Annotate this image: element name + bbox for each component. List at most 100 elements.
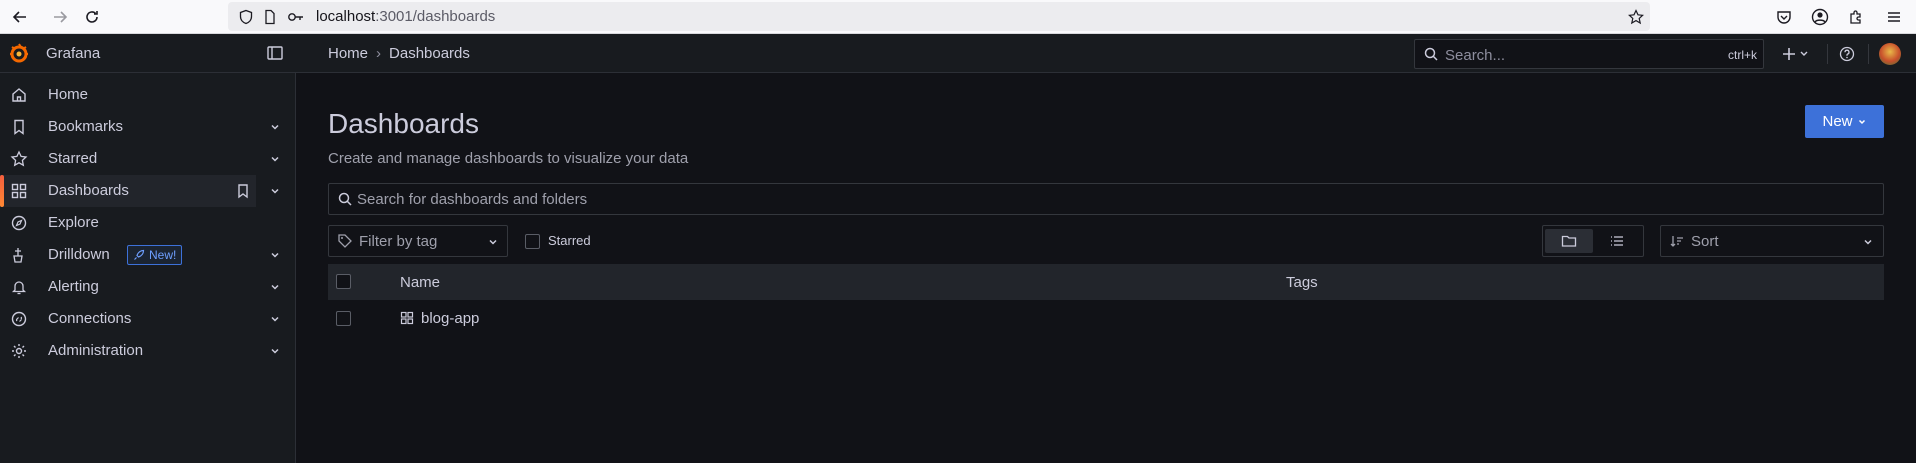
sidebar-item-administration[interactable]: Administration (0, 335, 296, 367)
back-icon[interactable] (8, 5, 32, 29)
folder-view-button[interactable] (1545, 229, 1593, 253)
filter-by-tag-select[interactable]: Filter by tag (328, 225, 508, 257)
bookmark-star-icon[interactable] (1624, 5, 1648, 29)
chevron-down-icon[interactable] (268, 184, 282, 198)
cog-icon (12, 344, 26, 358)
brand-name: Grafana (46, 44, 101, 62)
search-shortcut: ctrl+k (1727, 48, 1757, 62)
account-icon[interactable] (1808, 5, 1832, 29)
compass-icon (11, 215, 27, 231)
key-icon (284, 5, 308, 29)
url-host: localhost (316, 8, 376, 25)
view-toggle (1542, 225, 1644, 257)
top-search-input[interactable]: Search... ctrl+k (1414, 39, 1764, 69)
bell-icon (11, 281, 27, 295)
grafana-app: Grafana Home › Dashboards Search... ctrl… (0, 34, 1916, 463)
list-view-button[interactable] (1593, 229, 1641, 253)
rocket-icon (134, 249, 145, 260)
sidebar-item-label: Drilldown (48, 246, 110, 263)
select-all-checkbox[interactable] (336, 274, 351, 289)
breadcrumb-separator: › (376, 45, 382, 62)
reload-icon[interactable] (80, 5, 104, 29)
top-search-placeholder: Search... (1445, 47, 1506, 64)
sidebar-item-bookmarks[interactable]: Bookmarks (0, 111, 296, 143)
sidebar-item-starred[interactable]: Starred (0, 143, 296, 175)
sidebar-item-label: Connections (48, 310, 132, 327)
table-row[interactable]: blog-app (328, 300, 1884, 336)
sidebar-item-label: Starred (48, 150, 98, 167)
sidebar-item-label: Explore (48, 214, 99, 231)
extensions-icon[interactable] (1844, 5, 1868, 29)
user-avatar[interactable] (1879, 43, 1901, 65)
grafana-logo-icon (10, 43, 28, 63)
sidebar-item-explore[interactable]: Explore (0, 207, 296, 239)
sidebar-item-alerting[interactable]: Alerting (0, 271, 296, 303)
chevron-down-icon[interactable] (268, 280, 282, 294)
new-badge: New! (127, 245, 183, 265)
topbar-divider (1827, 44, 1828, 64)
dashboard-apps-icon (400, 311, 414, 325)
column-header-tags: Tags (1286, 274, 1318, 291)
list-icon (1611, 236, 1623, 246)
home-icon (12, 88, 26, 102)
topbar-divider (1868, 44, 1869, 64)
chevron-down-icon (489, 239, 497, 245)
dashboard-search-placeholder: Search for dashboards and folders (357, 191, 588, 208)
new-button-label: New (1822, 113, 1853, 130)
breadcrumb-current: Dashboards (389, 45, 470, 62)
chevron-down-icon (1858, 119, 1865, 124)
new-badge-label: New! (149, 248, 177, 262)
new-button[interactable]: New (1805, 105, 1884, 138)
starred-label[interactable]: Starred (548, 233, 591, 248)
drilldown-icon (13, 248, 23, 263)
sidebar-item-label: Alerting (48, 278, 99, 295)
chevron-down-icon[interactable] (268, 152, 282, 166)
row-checkbox[interactable] (336, 311, 351, 326)
shield-icon (234, 5, 258, 29)
starred-checkbox[interactable] (525, 234, 540, 249)
chevron-down-icon (1864, 239, 1872, 245)
top-bar: Grafana Home › Dashboards Search... ctrl… (0, 34, 1916, 73)
dashboard-name-link[interactable]: blog-app (421, 310, 479, 327)
browser-toolbar: localhost:3001/dashboards (0, 0, 1916, 34)
column-header-name: Name (400, 274, 441, 291)
search-icon (338, 192, 352, 206)
page-subtitle: Create and manage dashboards to visualiz… (328, 150, 689, 167)
chevron-down-icon[interactable] (268, 120, 282, 134)
menu-icon[interactable] (1882, 5, 1906, 29)
folder-icon (1561, 235, 1577, 247)
forward-icon[interactable] (48, 5, 72, 29)
pocket-icon[interactable] (1772, 5, 1796, 29)
star-icon (10, 150, 28, 167)
chevron-down-icon[interactable] (268, 312, 282, 326)
chevron-down-icon[interactable] (268, 344, 282, 358)
sort-select[interactable]: Sort (1660, 225, 1884, 257)
dock-menu-icon[interactable] (266, 44, 284, 62)
sort-icon (1670, 236, 1683, 247)
bookmark-toggle-icon[interactable] (236, 183, 250, 199)
connections-icon (11, 311, 27, 327)
sidebar-item-drilldown[interactable]: Drilldown New! (0, 239, 296, 271)
sidebar-item-home[interactable]: Home (0, 79, 296, 111)
bookmark-icon (14, 119, 24, 135)
page-title: Dashboards (328, 108, 479, 139)
apps-icon (11, 183, 27, 199)
table-header: Name Tags (328, 264, 1884, 300)
chevron-down-icon[interactable] (268, 248, 282, 262)
brand[interactable]: Grafana (8, 42, 100, 64)
sort-placeholder: Sort (1691, 233, 1719, 250)
add-new-button[interactable] (1779, 43, 1813, 65)
address-bar[interactable]: localhost:3001/dashboards (228, 2, 1650, 31)
sidebar-item-dashboards[interactable]: Dashboards (0, 175, 256, 207)
breadcrumb-home[interactable]: Home (328, 45, 368, 62)
dashboard-search-input[interactable]: Search for dashboards and folders (328, 183, 1884, 215)
sidebar-item-connections[interactable]: Connections (0, 303, 296, 335)
sidebar-nav: Home Bookmarks Starred Dashboards Explor… (0, 73, 296, 463)
url-text: localhost:3001/dashboards (316, 8, 495, 25)
filter-by-tag-placeholder: Filter by tag (359, 233, 438, 250)
sidebar-item-label: Home (48, 86, 89, 103)
url-path: :3001/dashboards (375, 8, 496, 25)
breadcrumb: Home › Dashboards (328, 45, 470, 62)
tag-icon (338, 234, 352, 248)
help-icon[interactable] (1836, 43, 1858, 65)
